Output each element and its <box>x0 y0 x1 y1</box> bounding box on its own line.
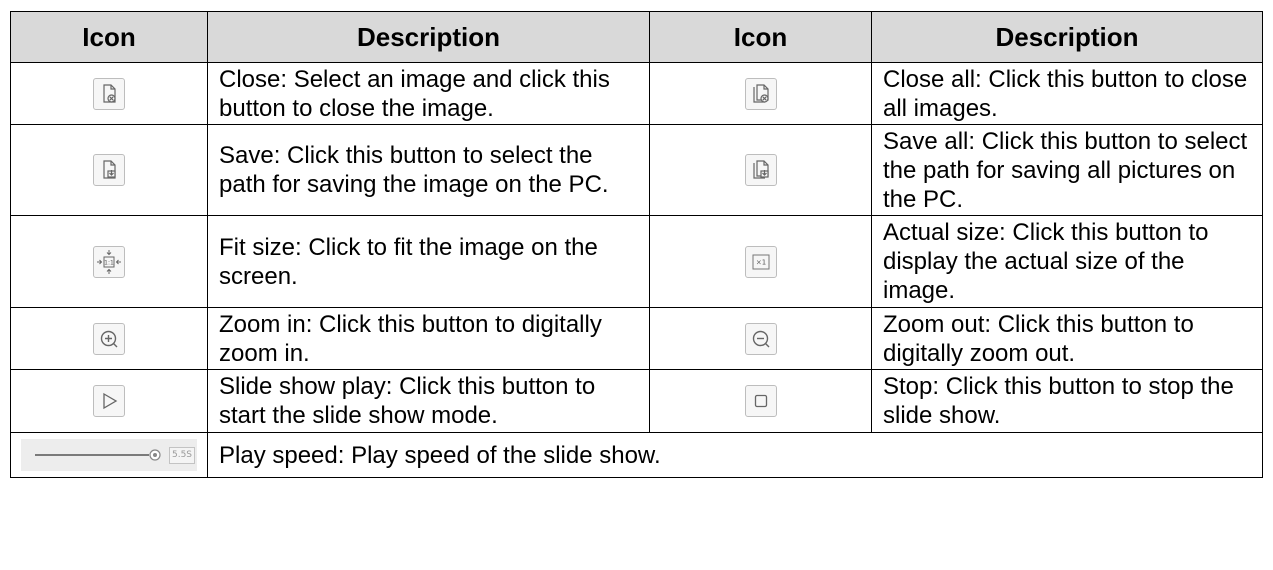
icon-description-table: Icon Description Icon Description Close:… <box>10 11 1263 478</box>
header-icon: Icon <box>649 11 872 63</box>
table-row: 5.5S Play speed: Play speed of the slide… <box>10 432 1263 478</box>
description-cell: Play speed: Play speed of the slide show… <box>207 432 1263 478</box>
description-cell: Close all: Click this button to close al… <box>871 62 1263 125</box>
actual-size-icon[interactable]: ×1 <box>744 245 777 278</box>
save-icon[interactable] <box>93 154 125 186</box>
description-cell: Zoom in: Click this button to digitally … <box>207 307 650 370</box>
icon-cell <box>10 369 208 433</box>
icon-cell: 5.5S <box>10 432 208 478</box>
description-cell: Fit size: Click to fit the image on the … <box>207 215 650 308</box>
icon-cell <box>649 369 872 433</box>
description-cell: Close: Select an image and click this bu… <box>207 62 650 125</box>
icon-cell <box>649 124 872 216</box>
icon-cell <box>10 124 208 216</box>
stop-icon[interactable] <box>744 385 777 417</box>
description-cell: Save: Click this button to select the pa… <box>207 124 650 216</box>
description-cell: Stop: Click this button to stop the slid… <box>871 369 1263 433</box>
zoom-in-icon[interactable] <box>93 322 125 355</box>
header-icon: Icon <box>10 11 208 63</box>
icon-cell: 1:1 <box>10 215 208 308</box>
icon-cell <box>10 307 208 370</box>
fit-size-icon[interactable]: 1:1 <box>93 245 125 278</box>
zoom-out-icon[interactable] <box>744 322 777 355</box>
svg-text:1:1: 1:1 <box>104 259 114 266</box>
table-row: Save: Click this button to select the pa… <box>10 124 1263 216</box>
header-description: Description <box>871 11 1263 63</box>
icon-cell <box>10 62 208 125</box>
table-row: Close: Select an image and click this bu… <box>10 62 1263 125</box>
header-row: Icon Description Icon Description <box>10 11 1263 63</box>
play-speed-value: 5.5S <box>169 447 195 464</box>
icon-cell <box>649 307 872 370</box>
description-cell: Zoom out: Click this button to digitally… <box>871 307 1263 370</box>
description-cell: Slide show play: Click this button to st… <box>207 369 650 433</box>
header-description: Description <box>207 11 650 63</box>
table-row: Slide show play: Click this button to st… <box>10 369 1263 433</box>
icon-cell: ×1 <box>649 215 872 308</box>
svg-text:×1: ×1 <box>755 258 765 266</box>
icon-cell <box>649 62 872 125</box>
close-icon[interactable] <box>93 77 125 110</box>
close-all-icon[interactable] <box>744 77 777 110</box>
save-all-icon[interactable] <box>744 154 777 186</box>
table-row: 1:1 Fit size: Click to fit the image on … <box>10 215 1263 308</box>
description-cell: Actual size: Click this button to displa… <box>871 215 1263 308</box>
description-cell: Save all: Click this button to select th… <box>871 124 1263 216</box>
play-speed-slider-icon[interactable]: 5.5S <box>21 439 197 471</box>
table-row: Zoom in: Click this button to digitally … <box>10 307 1263 370</box>
play-icon[interactable] <box>93 385 125 417</box>
